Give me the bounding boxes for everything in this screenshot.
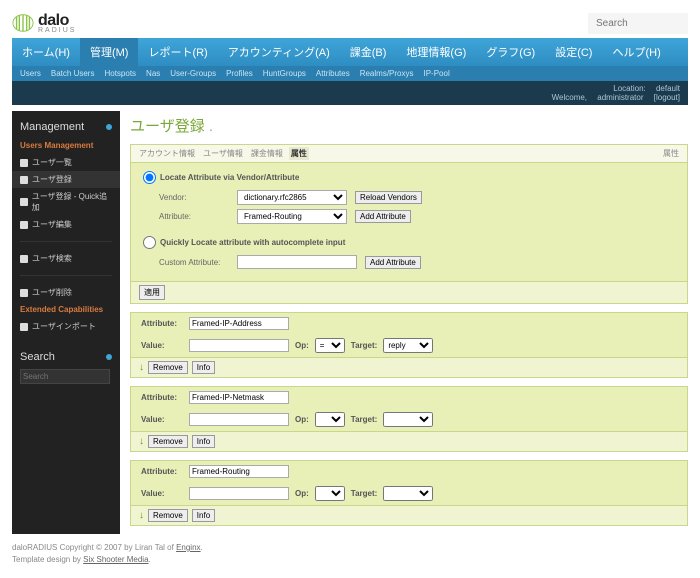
tab[interactable]: アカウント情報 xyxy=(137,147,197,160)
subnav-item[interactable]: Batch Users xyxy=(51,69,95,78)
tab[interactable]: ユーザ情報 xyxy=(201,147,245,160)
topnav-item[interactable]: ホーム(H) xyxy=(12,38,80,66)
info-button[interactable]: Info xyxy=(192,435,215,448)
op-select[interactable]: = xyxy=(315,338,345,353)
sidebar-section-ext: Extended Capabilities xyxy=(12,301,120,318)
locate-panel: アカウント情報ユーザ情報課金情報属性 属性 Locate Attribute v… xyxy=(130,144,688,304)
page-icon xyxy=(20,221,28,229)
topnav-item[interactable]: ヘルプ(H) xyxy=(602,38,670,66)
topnav-item[interactable]: グラフ(G) xyxy=(476,38,545,66)
attr-value-input[interactable] xyxy=(189,487,289,500)
subnav-item[interactable]: Profiles xyxy=(226,69,253,78)
sidebar-title: Management xyxy=(20,121,84,133)
logo-subtitle: RADIUS xyxy=(38,27,76,34)
info-button[interactable]: Info xyxy=(192,361,215,374)
page-icon xyxy=(20,323,28,331)
logout-link[interactable]: [logout] xyxy=(654,93,680,102)
subnav-item[interactable]: Realms/Proxys xyxy=(360,69,414,78)
radio-autocomplete[interactable] xyxy=(143,236,156,249)
sidebar-item[interactable]: ユーザ削除 xyxy=(12,284,120,301)
reload-vendors-button[interactable]: Reload Vendors xyxy=(355,191,422,204)
subnav-item[interactable]: Users xyxy=(20,69,41,78)
add-attribute-button[interactable]: Add Attribute xyxy=(355,210,411,223)
attribute-select[interactable]: Framed-Routing xyxy=(237,209,347,224)
attribute-panel: Attribute:Value:Op:Target:↓RemoveInfo xyxy=(130,386,688,452)
sidebar-search-input[interactable] xyxy=(20,369,110,384)
topnav-item[interactable]: 課金(B) xyxy=(340,38,397,66)
remove-button[interactable]: Remove xyxy=(148,509,188,522)
custom-attribute-input[interactable] xyxy=(237,255,357,269)
target-select[interactable] xyxy=(383,486,433,501)
drop-icon xyxy=(106,354,112,360)
sixshooter-link[interactable]: Six Shooter Media xyxy=(83,555,148,564)
target-select[interactable]: reply xyxy=(383,338,433,353)
page-icon xyxy=(20,198,28,206)
logo-icon xyxy=(12,12,34,34)
sidebar-item[interactable]: ユーザ編集 xyxy=(12,216,120,233)
enginx-link[interactable]: Enginx xyxy=(176,543,200,552)
arrow-down-icon: ↓ xyxy=(139,436,144,447)
add-attribute-button-2[interactable]: Add Attribute xyxy=(365,256,421,269)
search-input[interactable] xyxy=(588,13,688,34)
sidebar-item[interactable]: ユーザ登録 xyxy=(12,171,120,188)
attr-name-input[interactable] xyxy=(189,465,289,478)
remove-button[interactable]: Remove xyxy=(148,435,188,448)
attr-name-input[interactable] xyxy=(189,391,289,404)
status-bar: Location: default Welcome, administrator… xyxy=(12,81,688,105)
tab[interactable]: 課金情報 xyxy=(249,147,285,160)
target-select[interactable] xyxy=(383,412,433,427)
topnav-item[interactable]: アカウンティング(A) xyxy=(218,38,340,66)
vendor-select[interactable]: dictionary.rfc2865 xyxy=(237,190,347,205)
arrow-down-icon: ↓ xyxy=(139,510,144,521)
sidebar-search-title: Search xyxy=(20,351,55,363)
attr-name-input[interactable] xyxy=(189,317,289,330)
sidebar: Management Users Management ユーザ一覧ユーザ登録ユー… xyxy=(12,111,120,534)
info-button[interactable]: Info xyxy=(192,509,215,522)
sidebar-section-users: Users Management xyxy=(12,137,120,154)
topnav-item[interactable]: 地理情報(G) xyxy=(396,38,476,66)
attribute-panel: Attribute:Value:Op:=Target:reply↓RemoveI… xyxy=(130,312,688,378)
attribute-panel: Attribute:Value:Op:Target:↓RemoveInfo xyxy=(130,460,688,526)
page-title: ユーザ登録 . xyxy=(130,115,688,136)
attr-value-input[interactable] xyxy=(189,413,289,426)
page-icon xyxy=(20,289,28,297)
footer: daloRADIUS Copyright © 2007 by Liran Tal… xyxy=(12,542,688,566)
topnav-item[interactable]: レポート(R) xyxy=(138,38,217,66)
sidebar-item[interactable]: ユーザ登録 - Quick追加 xyxy=(12,188,120,216)
top-nav: ホーム(H)管理(M)レポート(R)アカウンティング(A)課金(B)地理情報(G… xyxy=(12,38,688,66)
subnav-item[interactable]: Nas xyxy=(146,69,160,78)
sub-nav: Users Batch Users Hotspots Nas User-Groups Pr… xyxy=(12,66,688,81)
sidebar-item[interactable]: ユーザインポート xyxy=(12,318,120,335)
tab[interactable]: 属性 xyxy=(289,147,309,160)
logo: dalo RADIUS xyxy=(12,12,76,34)
tab-right[interactable]: 属性 xyxy=(661,147,681,160)
page-icon xyxy=(20,255,28,263)
subnav-item[interactable]: User-Groups xyxy=(170,69,216,78)
subnav-item[interactable]: HuntGroups xyxy=(263,69,306,78)
attr-value-input[interactable] xyxy=(189,339,289,352)
remove-button[interactable]: Remove xyxy=(148,361,188,374)
subnav-item[interactable]: Hotspots xyxy=(104,69,136,78)
arrow-down-icon: ↓ xyxy=(139,362,144,373)
page-icon xyxy=(20,176,28,184)
op-select[interactable] xyxy=(315,486,345,501)
page-icon xyxy=(20,159,28,167)
apply-button[interactable]: 適用 xyxy=(139,285,165,300)
sidebar-item[interactable]: ユーザ検索 xyxy=(12,250,120,267)
topnav-item[interactable]: 設定(C) xyxy=(545,38,602,66)
radio-vendor[interactable] xyxy=(143,171,156,184)
subnav-item[interactable]: IP-Pool xyxy=(424,69,450,78)
op-select[interactable] xyxy=(315,412,345,427)
subnav-item[interactable]: Attributes xyxy=(316,69,350,78)
topnav-item[interactable]: 管理(M) xyxy=(80,38,139,66)
sidebar-item[interactable]: ユーザ一覧 xyxy=(12,154,120,171)
drop-icon xyxy=(106,124,112,130)
